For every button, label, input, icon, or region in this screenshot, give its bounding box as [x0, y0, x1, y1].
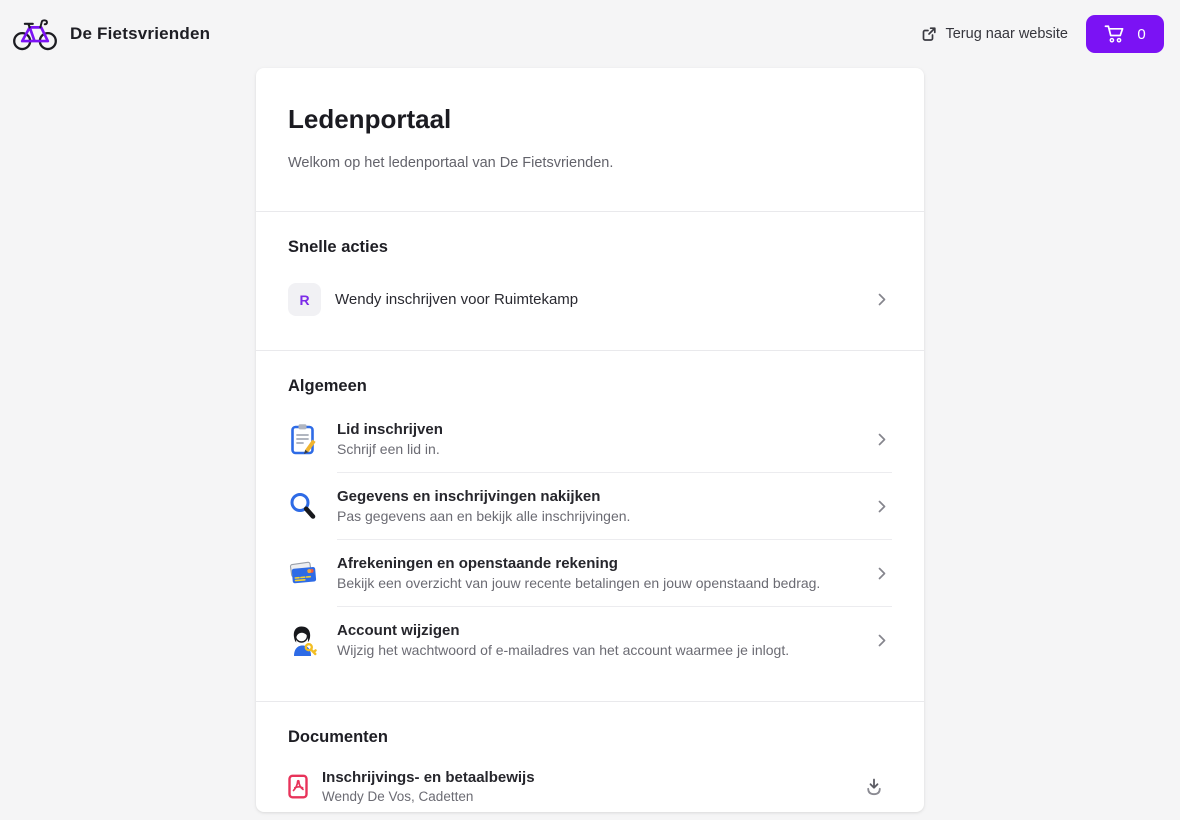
- list-item-text: Account wijzigen Wijzig het wachtwoord o…: [337, 622, 789, 658]
- intro-section: Ledenportaal Welkom op het ledenportaal …: [256, 68, 924, 211]
- list-item-title: Afrekeningen en openstaande rekening: [337, 555, 618, 572]
- ledenportaal-page: De Fietsvrienden Terug naar website 0 Le…: [0, 0, 1180, 820]
- list-item-title: Lid inschrijven: [337, 421, 443, 438]
- list-item-text: Lid inschrijven Schrijf een lid in.: [337, 421, 443, 457]
- magnifier-icon: [288, 491, 318, 521]
- quick-actions-section: Snelle acties R Wendy inschrijven voor R…: [256, 212, 924, 350]
- documents-section: Documenten Inschrijvings- en betaalbewij…: [256, 702, 924, 812]
- person-key-icon: [288, 624, 318, 656]
- chevron-right-icon: [878, 567, 886, 580]
- portal-card: Ledenportaal Welkom op het ledenportaal …: [256, 68, 924, 812]
- external-link-icon: [921, 26, 937, 42]
- quick-action-row[interactable]: R Wendy inschrijven voor Ruimtekamp: [288, 277, 892, 322]
- chevron-right-icon: [878, 500, 886, 513]
- quick-actions-heading: Snelle acties: [288, 238, 388, 256]
- list-item-subtitle: Bekijk een overzicht van jouw recente be…: [337, 575, 821, 591]
- list-item-title: Gegevens en inschrijvingen nakijken: [337, 488, 601, 505]
- document-text: Inschrijvings- en betaalbewijs Wendy De …: [322, 769, 535, 804]
- page-welcome-text: Welkom op het ledenportaal van De Fietsv…: [288, 155, 614, 171]
- credit-card-icon: [288, 560, 318, 586]
- list-item-subtitle: Pas gegevens aan en bekijk alle inschrij…: [337, 508, 631, 524]
- back-link-label: Terug naar website: [945, 26, 1068, 42]
- initial-badge: R: [288, 283, 321, 316]
- download-icon: [864, 776, 884, 797]
- list-item-subtitle: Schrijf een lid in.: [337, 441, 440, 457]
- shopping-cart-icon: [1104, 24, 1126, 44]
- pdf-file-icon: [288, 774, 308, 799]
- download-button[interactable]: [860, 772, 888, 801]
- list-item-subtitle: Wijzig het wachtwoord of e-mailadres van…: [337, 642, 790, 658]
- list-item-lid-inschrijven[interactable]: Lid inschrijven Schrijf een lid in.: [288, 406, 892, 472]
- list-item-gegevens-nakijken[interactable]: Gegevens en inschrijvingen nakijken Pas …: [288, 473, 892, 539]
- brand: De Fietsvrienden: [12, 14, 210, 54]
- list-item-account-wijzigen[interactable]: Account wijzigen Wijzig het wachtwoord o…: [288, 607, 892, 673]
- chevron-right-icon: [878, 433, 886, 446]
- brand-title: De Fietsvrienden: [70, 24, 211, 43]
- list-item-text: Afrekeningen en openstaande rekening Bek…: [337, 555, 820, 591]
- top-bar-actions: Terug naar website 0: [921, 15, 1164, 53]
- list-item-afrekeningen[interactable]: Afrekeningen en openstaande rekening Bek…: [288, 540, 892, 606]
- clipboard-pencil-icon: [288, 423, 318, 455]
- document-subtitle: Wendy De Vos, Cadetten: [322, 789, 474, 804]
- top-bar: De Fietsvrienden Terug naar website 0: [0, 0, 1180, 68]
- quick-action-label: Wendy inschrijven voor Ruimtekamp: [335, 291, 579, 308]
- bicycle-icon: [12, 14, 58, 54]
- general-section: Algemeen Lid inschrijven Schrijf een lid…: [256, 351, 924, 701]
- general-list: Lid inschrijven Schrijf een lid in. Gege…: [288, 406, 892, 673]
- cart-count: 0: [1137, 25, 1146, 43]
- document-title: Inschrijvings- en betaalbewijs: [322, 769, 535, 786]
- list-item-text: Gegevens en inschrijvingen nakijken Pas …: [337, 488, 630, 524]
- cart-button[interactable]: 0: [1086, 15, 1164, 53]
- document-row: Inschrijvings- en betaalbewijs Wendy De …: [288, 765, 892, 808]
- chevron-right-icon: [878, 634, 886, 647]
- chevron-right-icon: [878, 293, 886, 306]
- page-title: Ledenportaal: [288, 104, 452, 134]
- general-heading: Algemeen: [288, 377, 367, 395]
- list-item-title: Account wijzigen: [337, 622, 460, 639]
- back-to-website-link[interactable]: Terug naar website: [921, 26, 1068, 42]
- documents-heading: Documenten: [288, 728, 388, 746]
